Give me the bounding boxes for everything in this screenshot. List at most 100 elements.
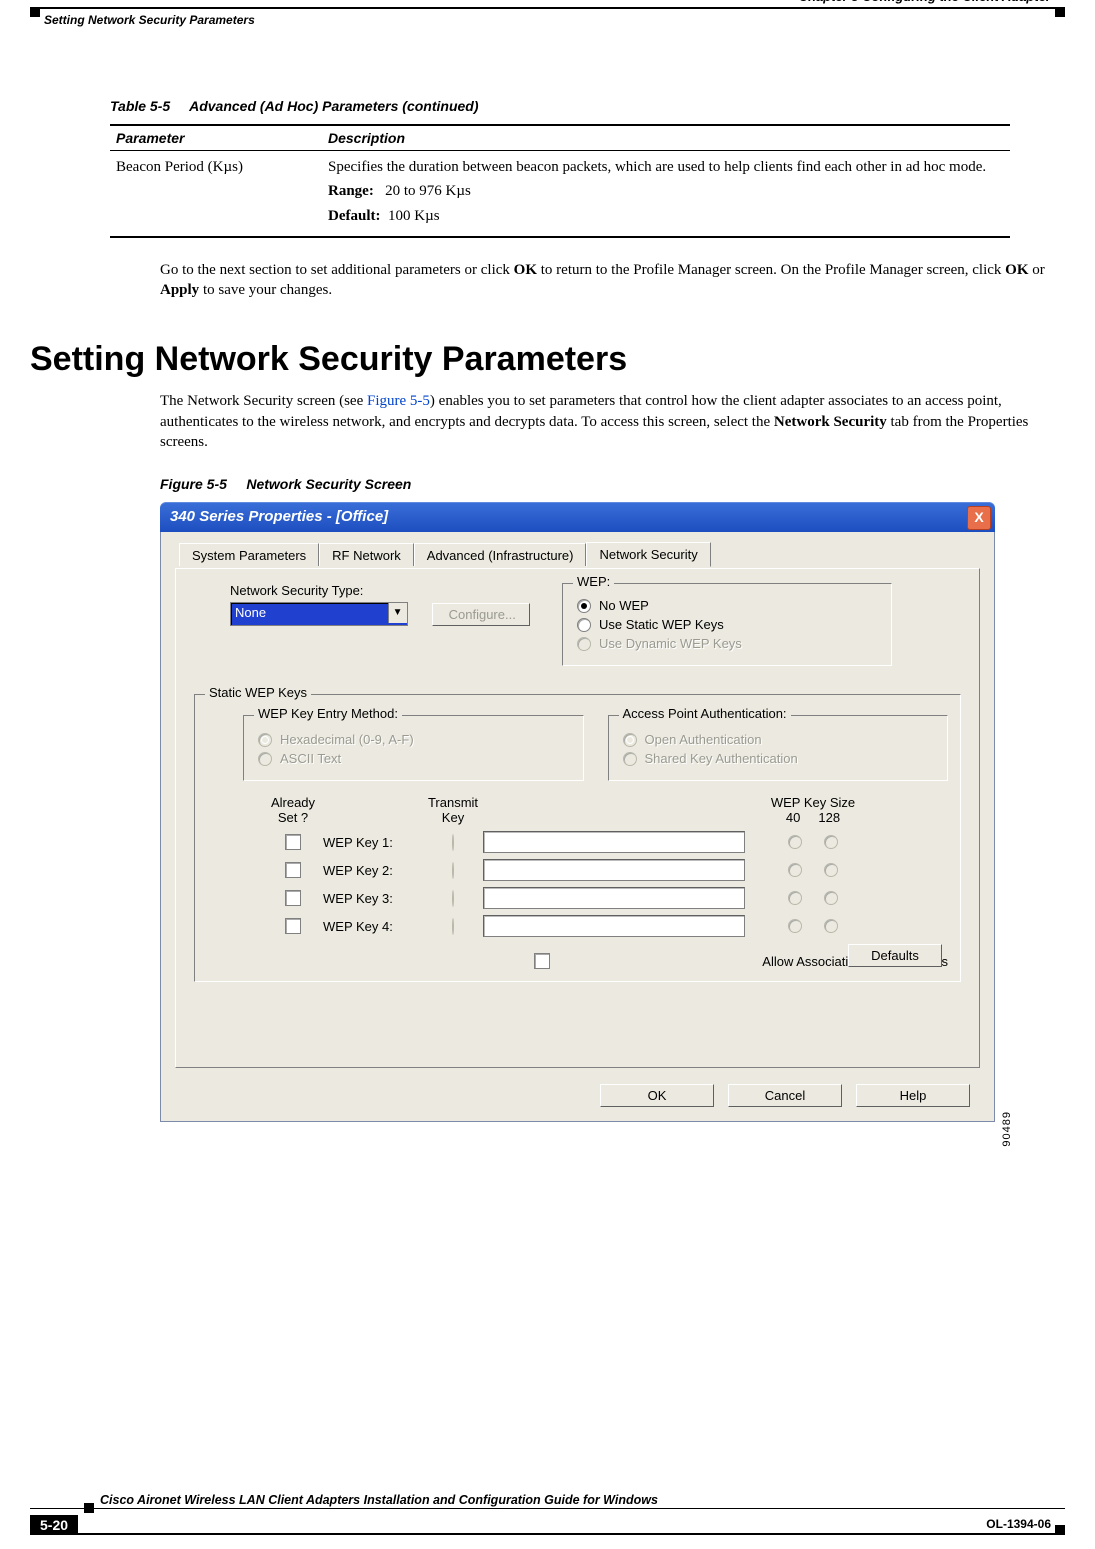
radio-icon <box>577 599 591 613</box>
p2-a: The Network Security screen (see <box>160 393 367 409</box>
size-128-radio-4[interactable] <box>824 919 838 933</box>
chevron-down-icon: ▼ <box>388 603 407 623</box>
wep-legend: WEP: <box>573 574 614 589</box>
tab-system-parameters[interactable]: System Parameters <box>179 543 319 566</box>
hdr-128: 128 <box>818 810 840 825</box>
dialog-button-row: OK Cancel Help <box>600 1084 970 1107</box>
radio-label-static-wep: Use Static WEP Keys <box>599 617 724 632</box>
radio-shared-auth[interactable]: Shared Key Authentication <box>623 751 934 766</box>
size-40-radio-3[interactable] <box>788 891 802 905</box>
p1-apply: Apply <box>160 282 199 298</box>
entry-method-group: WEP Key Entry Method: Hexadecimal (0-9, … <box>243 715 584 781</box>
tab-strip: System ParametersRF NetworkAdvanced (Inf… <box>179 542 980 568</box>
transmit-radio-2[interactable] <box>452 862 454 879</box>
hdr-transmit: Transmit <box>423 795 483 810</box>
p1-e: or <box>1029 262 1045 278</box>
wep-key-row-1: WEP Key 1: <box>263 831 948 853</box>
already-set-check-2[interactable] <box>285 862 301 878</box>
already-set-check-3[interactable] <box>285 890 301 906</box>
table-caption-title: Advanced (Ad Hoc) Parameters (continued) <box>189 98 478 114</box>
radio-open-auth[interactable]: Open Authentication <box>623 732 934 747</box>
radio-static-wep[interactable]: Use Static WEP Keys <box>577 617 877 632</box>
security-type-block: Network Security Type: None ▼ Configure.… <box>230 583 530 626</box>
radio-no-wep[interactable]: No WEP <box>577 598 877 613</box>
dialog-window: 340 Series Properties - [Office] X Syste… <box>160 502 995 1157</box>
already-set-check-4[interactable] <box>285 918 301 934</box>
configure-button[interactable]: Configure... <box>432 603 530 626</box>
cell-parameter: Beacon Period (Kµs) <box>110 151 322 237</box>
tab-rf-network[interactable]: RF Network <box>319 543 414 566</box>
size-128-radio-3[interactable] <box>824 891 838 905</box>
section-label: Setting Network Security Parameters <box>44 13 255 27</box>
size-128-radio-1[interactable] <box>824 835 838 849</box>
security-type-label: Network Security Type: <box>230 583 530 598</box>
wep-key-input-2[interactable] <box>483 859 745 881</box>
p1-c: to return to the Profile Manager screen.… <box>537 262 1005 278</box>
tab-network-security[interactable]: Network Security <box>586 542 710 567</box>
default-value: 100 Kµs <box>388 208 440 224</box>
page-header: Chapter 5 Configuring the Client Adapter… <box>30 7 1065 39</box>
cell-description: Specifies the duration between beacon pa… <box>322 151 1010 237</box>
range-label: Range: <box>328 183 374 199</box>
page-footer: Cisco Aironet Wireless LAN Client Adapte… <box>30 1483 1065 1535</box>
defaults-button[interactable]: Defaults <box>848 944 942 967</box>
hdr-wep-size: WEP Key Size 40 128 <box>763 795 863 825</box>
size-40-radio-1[interactable] <box>788 835 802 849</box>
cancel-button[interactable]: Cancel <box>728 1084 842 1107</box>
hdr-40: 40 <box>786 810 800 825</box>
header-marker-right <box>1055 7 1065 17</box>
radio-label-ascii: ASCII Text <box>280 751 341 766</box>
p1-a: Go to the next section to set additional… <box>160 262 514 278</box>
wep-key-row-2: WEP Key 2: <box>263 859 948 881</box>
transmit-radio-3[interactable] <box>452 890 454 907</box>
tab-advanced-infra[interactable]: Advanced (Infrastructure) <box>414 543 587 566</box>
hdr-already-set: Already Set ? <box>263 795 323 825</box>
wep-key-input-4[interactable] <box>483 915 745 937</box>
figure-link[interactable]: Figure 5-5 <box>367 393 430 409</box>
page-number: 5-20 <box>30 1515 78 1535</box>
radio-label-dynamic-wep: Use Dynamic WEP Keys <box>599 636 742 651</box>
wep-key-label-1: WEP Key 1: <box>323 835 423 850</box>
already-set-check-1[interactable] <box>285 834 301 850</box>
table-row: Beacon Period (Kµs) Specifies the durati… <box>110 151 1010 237</box>
size-40-radio-4[interactable] <box>788 919 802 933</box>
security-type-value: None <box>235 605 266 620</box>
wep-groupbox: WEP: No WEP Use Static WEP Keys <box>562 583 892 666</box>
size-128-radio-2[interactable] <box>824 863 838 877</box>
hdr-key: Key <box>423 810 483 825</box>
default-label: Default: <box>328 208 381 224</box>
radio-ascii[interactable]: ASCII Text <box>258 751 569 766</box>
radio-hex[interactable]: Hexadecimal (0-9, A-F) <box>258 732 569 747</box>
radio-icon <box>623 752 637 766</box>
radio-label-open-auth: Open Authentication <box>645 732 762 747</box>
range-value: 20 to 976 Kµs <box>385 183 471 199</box>
hdr-size-label: WEP Key Size <box>763 795 863 810</box>
desc-text: Specifies the duration between beacon pa… <box>328 157 1004 177</box>
ok-button[interactable]: OK <box>600 1084 714 1107</box>
paragraph-intro: The Network Security screen (see Figure … <box>160 391 1055 452</box>
help-button[interactable]: Help <box>856 1084 970 1107</box>
doc-id: OL-1394-06 <box>986 1517 1051 1531</box>
radio-dynamic-wep[interactable]: Use Dynamic WEP Keys <box>577 636 877 651</box>
wep-key-input-1[interactable] <box>483 831 745 853</box>
transmit-radio-1[interactable] <box>452 834 454 851</box>
col-header-parameter: Parameter <box>110 125 322 151</box>
table-caption-number: Table 5-5 <box>110 98 170 114</box>
close-icon: X <box>974 509 983 525</box>
hdr-set: Set ? <box>263 810 323 825</box>
allow-mixed-check[interactable] <box>534 953 550 969</box>
radio-icon <box>623 733 637 747</box>
radio-label-shared-auth: Shared Key Authentication <box>645 751 798 766</box>
hdr-already: Already <box>263 795 323 810</box>
size-40-radio-2[interactable] <box>788 863 802 877</box>
table-header-row: Parameter Description <box>110 125 1010 151</box>
top-row: Network Security Type: None ▼ Configure.… <box>194 583 961 666</box>
transmit-radio-4[interactable] <box>452 918 454 935</box>
figure-caption-number: Figure 5-5 <box>160 476 227 492</box>
dialog-titlebar[interactable]: 340 Series Properties - [Office] X <box>160 502 995 532</box>
close-button[interactable]: X <box>967 506 991 530</box>
book-title: Cisco Aironet Wireless LAN Client Adapte… <box>100 1493 658 1507</box>
dialog-title: 340 Series Properties - [Office] <box>170 508 388 525</box>
security-type-dropdown[interactable]: None ▼ <box>230 602 408 626</box>
wep-key-input-3[interactable] <box>483 887 745 909</box>
